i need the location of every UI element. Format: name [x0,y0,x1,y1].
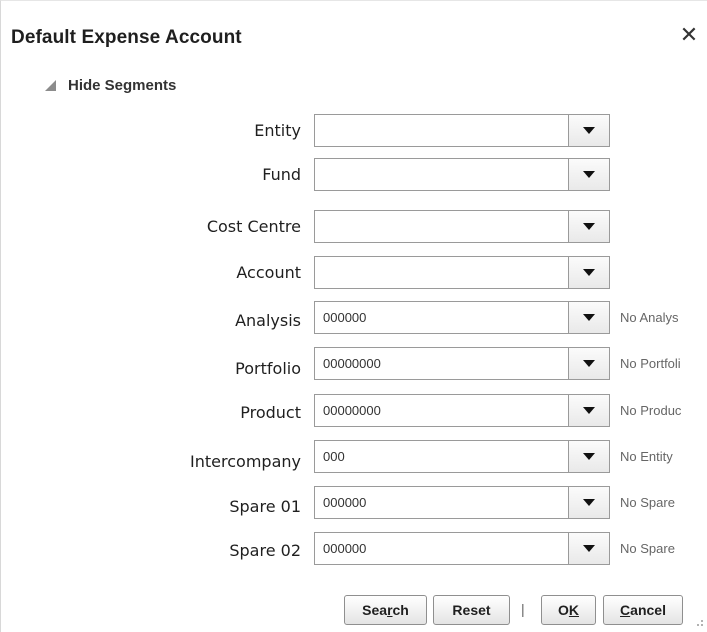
ok-button-label: O [557,602,569,618]
entity-dropdown-button[interactable] [569,115,609,146]
segment-label-product: Product [240,403,301,422]
segment-label-fund: Fund [262,165,301,184]
intercompany-field[interactable]: 000 [314,440,610,473]
product-field[interactable]: 00000000 [314,394,610,427]
spare-02-dropdown-button[interactable] [569,533,609,564]
chevron-down-icon [583,453,595,460]
spare-01-description: No Spare [620,495,675,510]
search-button-label-rest: ch [392,602,409,618]
entity-field[interactable] [314,114,610,147]
segment-label-analysis: Analysis [235,311,301,330]
ok-button-accel: K [568,602,579,618]
portfolio-dropdown-button[interactable] [569,348,609,379]
chevron-down-icon [583,269,595,276]
entity-input[interactable] [315,115,569,146]
account-input[interactable] [315,257,569,288]
product-description: No Produc [620,403,682,418]
cancel-button[interactable]: Cancel [603,595,683,625]
cancel-button-accel: C [620,602,631,618]
intercompany-dropdown-button[interactable] [569,441,609,472]
cancel-button-label-rest: ancel [630,602,666,618]
product-input[interactable]: 00000000 [315,395,569,426]
cost-centre-field[interactable] [314,210,610,243]
analysis-description: No Analys [620,310,679,325]
spare-01-dropdown-button[interactable] [569,487,609,518]
chevron-down-icon [583,314,595,321]
close-icon[interactable]: ✕ [677,23,701,47]
spare-02-input[interactable]: 000000 [315,533,569,564]
resize-grip-icon[interactable] [694,617,704,627]
account-dropdown-button[interactable] [569,257,609,288]
chevron-down-icon [583,223,595,230]
search-button-label: Sea [362,602,388,618]
segment-label-spare-01: Spare 01 [229,497,301,516]
cost-centre-input[interactable] [315,211,569,242]
hide-segments-label: Hide Segments [68,76,177,94]
portfolio-field[interactable]: 00000000 [314,347,610,380]
segment-label-portfolio: Portfolio [235,359,301,378]
default-expense-account-dialog: Default Expense Account ✕ Hide Segments … [0,0,707,632]
spare-02-description: No Spare [620,541,675,556]
fund-field[interactable] [314,158,610,191]
triangle-expanded-icon [45,79,56,91]
chevron-down-icon [583,127,595,134]
intercompany-description: No Entity [620,449,673,464]
chevron-down-icon [583,360,595,367]
hide-segments-toggle[interactable]: Hide Segments [45,76,176,94]
ok-button[interactable]: OK [541,595,596,625]
account-field[interactable] [314,256,610,289]
analysis-field[interactable]: 000000 [314,301,610,334]
fund-input[interactable] [315,159,569,190]
portfolio-input[interactable]: 00000000 [315,348,569,379]
search-button[interactable]: Search [344,595,427,625]
analysis-dropdown-button[interactable] [569,302,609,333]
spare-01-field[interactable]: 000000 [314,486,610,519]
dialog-title: Default Expense Account [11,27,242,48]
chevron-down-icon [583,545,595,552]
portfolio-description: No Portfoli [620,356,681,371]
segment-label-intercompany: Intercompany [190,452,301,471]
chevron-down-icon [583,407,595,414]
product-dropdown-button[interactable] [569,395,609,426]
segment-label-spare-02: Spare 02 [229,541,301,560]
spare-02-field[interactable]: 000000 [314,532,610,565]
button-separator: | [521,601,525,617]
intercompany-input[interactable]: 000 [315,441,569,472]
fund-dropdown-button[interactable] [569,159,609,190]
spare-01-input[interactable]: 000000 [315,487,569,518]
reset-button[interactable]: Reset [433,595,510,625]
chevron-down-icon [583,499,595,506]
segment-label-entity: Entity [254,121,301,140]
cost-centre-dropdown-button[interactable] [569,211,609,242]
chevron-down-icon [583,171,595,178]
segment-label-cost-centre: Cost Centre [206,217,301,236]
segment-label-account: Account [236,263,301,282]
analysis-input[interactable]: 000000 [315,302,569,333]
